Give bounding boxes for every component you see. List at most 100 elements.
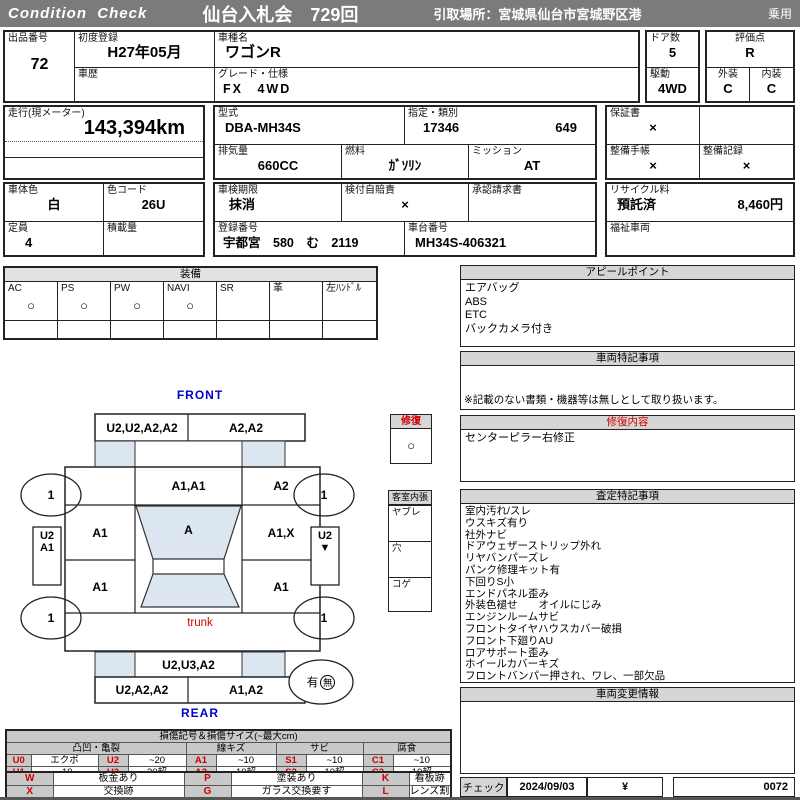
front-label: FRONT [176, 388, 224, 402]
legend-code: U0 [5, 754, 32, 767]
exterior-score-label: 外装 [718, 69, 738, 80]
wheel-front-right: 1 [320, 488, 328, 502]
jibaiseki-label: 検付自賠責 [345, 185, 395, 196]
rocker-left-damage: U2 A1 [33, 527, 61, 585]
vehicle-notes-section: 車両特記事項 ※記載のない書類・機器等は無しとして取り扱います。 [460, 351, 795, 410]
wheel-front-left: 1 [47, 488, 55, 502]
doors-label: ドア数 [650, 33, 680, 44]
assessment-notes-header: 査定特記事項 [461, 490, 794, 504]
vehicle-category: 乗用 [767, 7, 792, 21]
fuel-cell: 燃料 ｶﾞｿﾘﾝ [342, 145, 469, 178]
equipment-col-ps: PS ○ [58, 282, 111, 338]
auction-title: 仙台入札会 729回 [202, 4, 359, 25]
maintenance-record-value: × [742, 158, 751, 173]
body-color-value: 白 [47, 197, 61, 212]
legend-group-dent: 凸凹・亀裂 [5, 742, 187, 755]
repair-flag-box: 修復 ○ [390, 414, 432, 464]
grade-label: グレード・仕様 [218, 69, 288, 80]
transmission-label: ミッション [472, 146, 522, 157]
legend-code: P [183, 771, 232, 786]
legend-desc: 板金あり [52, 771, 185, 786]
transmission-value: AT [523, 158, 541, 173]
jibaiseki-cell: 検付自賠責 × [342, 184, 469, 222]
assessment-item: パンク修理キット有 [465, 563, 561, 576]
equipment-label: SR [220, 283, 234, 294]
appeal-item: エアバッグ [465, 282, 520, 294]
score-cell: 評価点 R [707, 32, 793, 68]
repair-flag-mark: ○ [407, 437, 415, 453]
warranty-table: 保証書 × 整備手帳 × 整備記録 × [605, 105, 795, 180]
transmission-cell: ミッション AT [469, 145, 595, 178]
spec-table: 型式 DBA-MH34S 指定・類別 17346 649 排気量 660CC 燃… [213, 105, 597, 180]
rocker-right-line1: U2 [317, 530, 333, 542]
legend-desc: 看板跡 [408, 771, 452, 786]
assessment-notes-section: 査定特記事項 室内汚れ/スレ ウスキズ有り 社外ナビ ドアウェザーストリップ外れ… [460, 489, 795, 683]
approval-cell: 承認請求書 [469, 184, 595, 222]
equipment-col-lhd: 左ﾊﾝﾄﾞﾙ [323, 282, 376, 338]
check-label: チェック [460, 777, 507, 797]
appeal-item: ABS [465, 295, 488, 308]
repair-flag-header: 修復 [391, 415, 431, 429]
equipment-col-leather: 革 [270, 282, 323, 338]
color-code-label: 色コード [107, 185, 147, 196]
capacity-label: 定員 [8, 223, 28, 234]
interior-lining-header: 客室内張 [389, 491, 431, 505]
vehicle-notes-header: 車両特記事項 [461, 352, 794, 366]
legend-size: ~10 [392, 754, 452, 767]
drive-value: 4WD [658, 81, 687, 96]
maintenance-record-cell: 整備記録 × [700, 145, 793, 178]
divider [5, 157, 203, 158]
doors-cell: ドア数 5 [647, 32, 698, 68]
rear-label: REAR [180, 706, 219, 720]
fuel-label: 燃料 [345, 146, 365, 157]
legend-code: S1 [275, 754, 307, 767]
recycle-status: 預託済 [617, 197, 657, 212]
designation-label: 指定・類別 [408, 108, 458, 119]
chassis-number-cell: 車台番号 MH34S-406321 [405, 222, 595, 255]
maintenance-record-label: 整備記録 [703, 146, 743, 157]
rocker-left-line2: A1 [39, 542, 55, 554]
grade-cell: グレード・仕様 FX 4WD [215, 68, 638, 101]
interior-row-label: コゲ [392, 579, 412, 590]
lot-number-label: 出品番号 [8, 33, 48, 44]
legend-size: エクボ [30, 754, 99, 767]
rocker-right-line2: ▼ [319, 542, 331, 554]
pickup-location: 引取場所：宮城県仙台市宮城野区港 [433, 7, 642, 22]
score-label: 評価点 [735, 33, 765, 44]
warranty-cell: 保証書 × [607, 107, 700, 145]
model-code-cell: 型式 DBA-MH34S [215, 107, 405, 145]
maintenance-book-cell: 整備手帳 × [607, 145, 700, 178]
legend-code: C1 [362, 754, 394, 767]
doors-drive-table: ドア数 5 駆動 4WD [645, 30, 700, 103]
color-table: 車体色 白 色コード 26U 定員 4 積載量 [3, 182, 205, 257]
equipment-label: PS [61, 283, 75, 294]
legend-desc: 塗装あり [230, 771, 363, 786]
recycle-fee-cell: リサイクル料 預託済 8,460円 [607, 184, 793, 222]
load-cell: 積載量 [104, 222, 203, 255]
wheel-rear-left: 1 [47, 611, 55, 625]
registration-number-value: 宇都宮 580 む 2119 [223, 236, 359, 250]
classification-number: 649 [555, 120, 577, 135]
damage-codes-table: W板金あり P塗装あり K看板跡 X交換跡 Gガラス交換要す Lレンズ割れ [5, 771, 452, 800]
lot-number-cell: 出品番号 72 [5, 32, 75, 101]
inspection-table: 車検期限 抹消 検付自賠責 × 承認請求書 登録番号 宇都宮 580 む 211… [213, 182, 597, 257]
first-registration-value: H27年05月 [107, 44, 182, 61]
brand-logo: Condition Check [8, 5, 148, 22]
legend-code: W [5, 771, 54, 786]
vehicle-id-table: 出品番号 72 初度登録 H27年05月 車歴 車種名 ワゴンR グレード・仕様… [3, 30, 640, 103]
front-bumper-left-damage: U2,U2,A2,A2 [106, 420, 178, 435]
first-registration-cell: 初度登録 H27年05月 [75, 32, 215, 68]
equipment-table: 装備 AC ○ PS ○ PW ○ NAVI ○ SR 革 左ﾊﾝﾄﾞﾙ [3, 266, 378, 340]
check-mark: ¥ [587, 777, 663, 797]
condition-check-sheet: Condition Check 仙台入札会 729回 引取場所：宮城県仙台市宮城… [0, 0, 800, 800]
color-code-cell: 色コード 26U [104, 184, 203, 222]
inspection-value: 抹消 [229, 197, 256, 212]
assessment-item: フロントバンパー押され、ワレ、一部欠品 [465, 670, 666, 683]
legend-group-rust: サビ [275, 742, 364, 755]
mileage-table: 走行(現メーター) 143,394km [3, 105, 205, 180]
legend-size: ~20 [127, 754, 187, 767]
appeal-item: バックカメラ付き [465, 322, 553, 335]
equipment-header: 装備 [5, 268, 376, 282]
vehicle-changes-section: 車両変更情報 [460, 687, 795, 774]
rear-bumper-left-damage: U2,A2,A2 [115, 683, 169, 697]
